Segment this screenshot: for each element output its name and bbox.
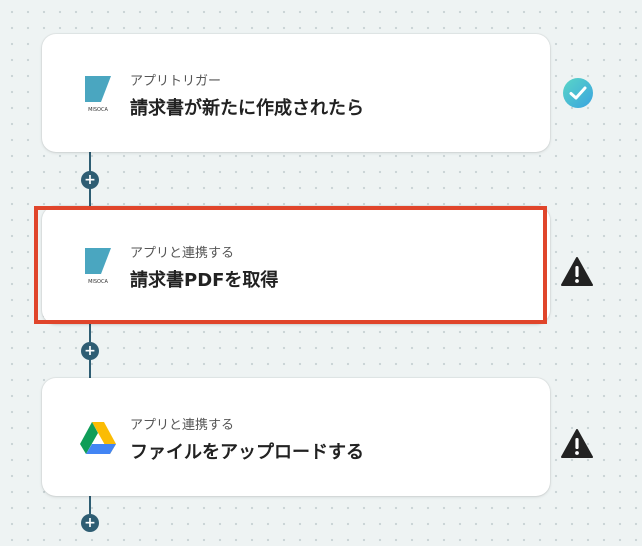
step-connector-line [89, 150, 91, 172]
svg-text:MISOCA: MISOCA [88, 107, 108, 113]
selection-highlight [34, 206, 547, 324]
warning-icon [561, 257, 593, 286]
add-step-button[interactable]: + [81, 171, 99, 189]
add-step-button[interactable]: + [81, 342, 99, 360]
step-type-label: アプリと連携する [130, 418, 235, 433]
misoca-logo-icon: MISOCA [85, 76, 111, 113]
step-title: 請求書が新たに作成されたら [130, 98, 364, 119]
step-title: ファイルをアップロードする [130, 442, 364, 463]
step-connector-line [89, 494, 91, 514]
step-connector-line [89, 188, 91, 206]
step-connector-line [89, 358, 91, 378]
step-card-trigger[interactable]: MISOCA アプリトリガー 請求書が新たに作成されたら [42, 34, 550, 152]
google-drive-logo-icon [80, 422, 116, 454]
check-circle-icon [563, 78, 593, 108]
add-step-button[interactable]: + [81, 514, 99, 532]
step-type-label: アプリトリガー [130, 74, 222, 89]
warning-icon [561, 429, 593, 458]
step-connector-line [89, 324, 91, 342]
step-card-action[interactable]: アプリと連携する ファイルをアップロードする [42, 378, 550, 496]
